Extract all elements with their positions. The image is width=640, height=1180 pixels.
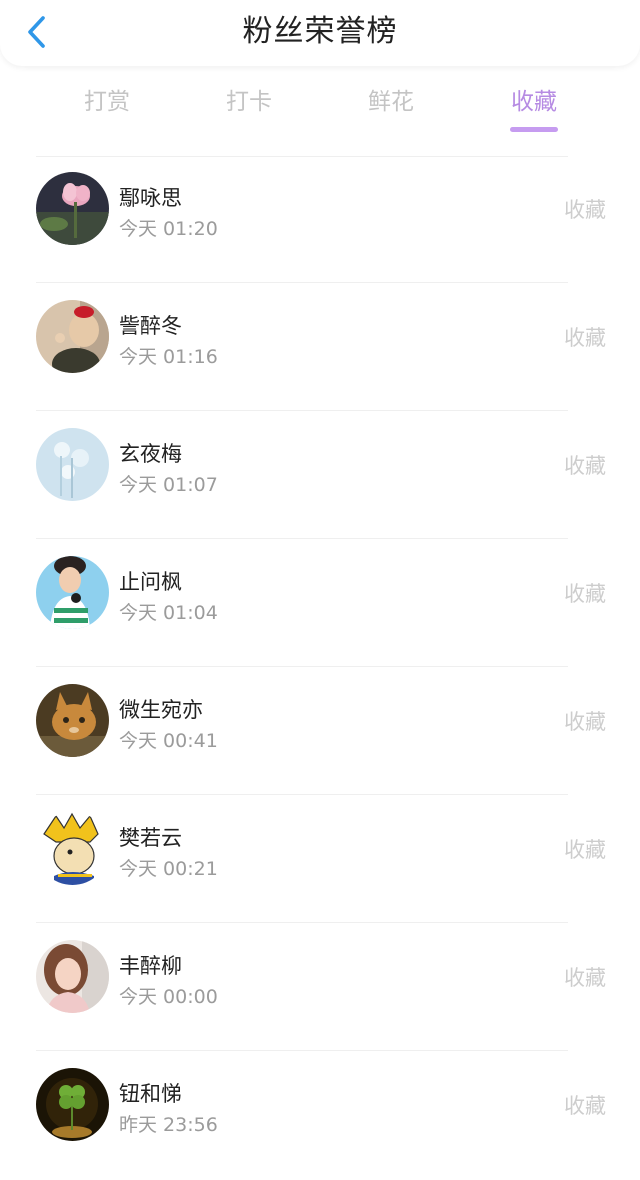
- pink-lotus-avatar: [36, 172, 109, 245]
- fan-name: 止问枫: [119, 570, 182, 594]
- fan-time: 今天 01:16: [119, 346, 218, 368]
- woman-portrait-avatar: [36, 940, 109, 1013]
- four-leaf-clover-avatar: [36, 1068, 109, 1141]
- favorite-label: 收藏: [564, 582, 606, 606]
- fan-time: 今天 00:21: [119, 858, 218, 880]
- favorite-label: 收藏: [564, 454, 606, 478]
- tab-flowers[interactable]: 鲜花: [331, 80, 451, 124]
- fan-time: 今天 01:07: [119, 474, 218, 496]
- list-divider: [36, 794, 568, 795]
- top-bar: 粉丝荣誉榜: [0, 0, 640, 66]
- fan-time: 昨天 23:56: [119, 1114, 218, 1136]
- fan-name: 钮和悌: [119, 1082, 182, 1106]
- fan-time: 今天 00:00: [119, 986, 218, 1008]
- favorite-label: 收藏: [564, 326, 606, 350]
- list-item[interactable]: 微生宛亦 今天 00:41 收藏: [0, 668, 640, 796]
- fan-name: 訾醉冬: [119, 314, 182, 338]
- fan-time: 今天 01:20: [119, 218, 218, 240]
- boy-headphones-avatar: [36, 556, 109, 629]
- page-title: 粉丝荣誉榜: [242, 14, 398, 49]
- list-item[interactable]: 樊若云 今天 00:21 收藏: [0, 796, 640, 924]
- tab-favorites[interactable]: 收藏: [474, 80, 594, 132]
- list-item[interactable]: 玄夜梅 今天 01:07 收藏: [0, 412, 640, 540]
- fan-name: 鄢咏思: [119, 186, 182, 210]
- favorite-label: 收藏: [564, 710, 606, 734]
- fan-time: 今天 01:04: [119, 602, 218, 624]
- fan-name: 丰醉柳: [119, 954, 182, 978]
- list-divider: [36, 538, 568, 539]
- favorite-label: 收藏: [564, 1094, 606, 1118]
- list-divider: [36, 922, 568, 923]
- tab-bar: 打赏 打卡 鲜花 收藏: [0, 80, 640, 140]
- cartoon-saiyan-avatar: [36, 812, 109, 885]
- list-divider: [36, 282, 568, 283]
- list-item[interactable]: 鄢咏思 今天 01:20 收藏: [0, 156, 640, 284]
- list-item[interactable]: 訾醉冬 今天 01:16 收藏: [0, 284, 640, 412]
- fan-name: 玄夜梅: [119, 442, 182, 466]
- tab-tips[interactable]: 打赏: [47, 80, 167, 124]
- girl-red-bow-avatar: [36, 300, 109, 373]
- favorite-label: 收藏: [564, 838, 606, 862]
- list-divider: [36, 410, 568, 411]
- favorite-label: 收藏: [564, 966, 606, 990]
- list-item[interactable]: 止问枫 今天 01:04 收藏: [0, 540, 640, 668]
- pale-blue-flowers-avatar: [36, 428, 109, 501]
- fan-name: 樊若云: [119, 826, 182, 850]
- fan-name: 微生宛亦: [119, 698, 203, 722]
- active-tab-indicator: [510, 127, 558, 132]
- tab-checkin[interactable]: 打卡: [189, 80, 309, 124]
- list-item[interactable]: 钮和悌 昨天 23:56 收藏: [0, 1052, 640, 1180]
- orange-cat-avatar: [36, 684, 109, 757]
- list-divider: [36, 666, 568, 667]
- tab-favorites-label: 收藏: [511, 89, 557, 115]
- favorite-label: 收藏: [564, 198, 606, 222]
- fan-time: 今天 00:41: [119, 730, 218, 752]
- list-divider: [36, 1050, 568, 1051]
- list-item[interactable]: 丰醉柳 今天 00:00 收藏: [0, 924, 640, 1052]
